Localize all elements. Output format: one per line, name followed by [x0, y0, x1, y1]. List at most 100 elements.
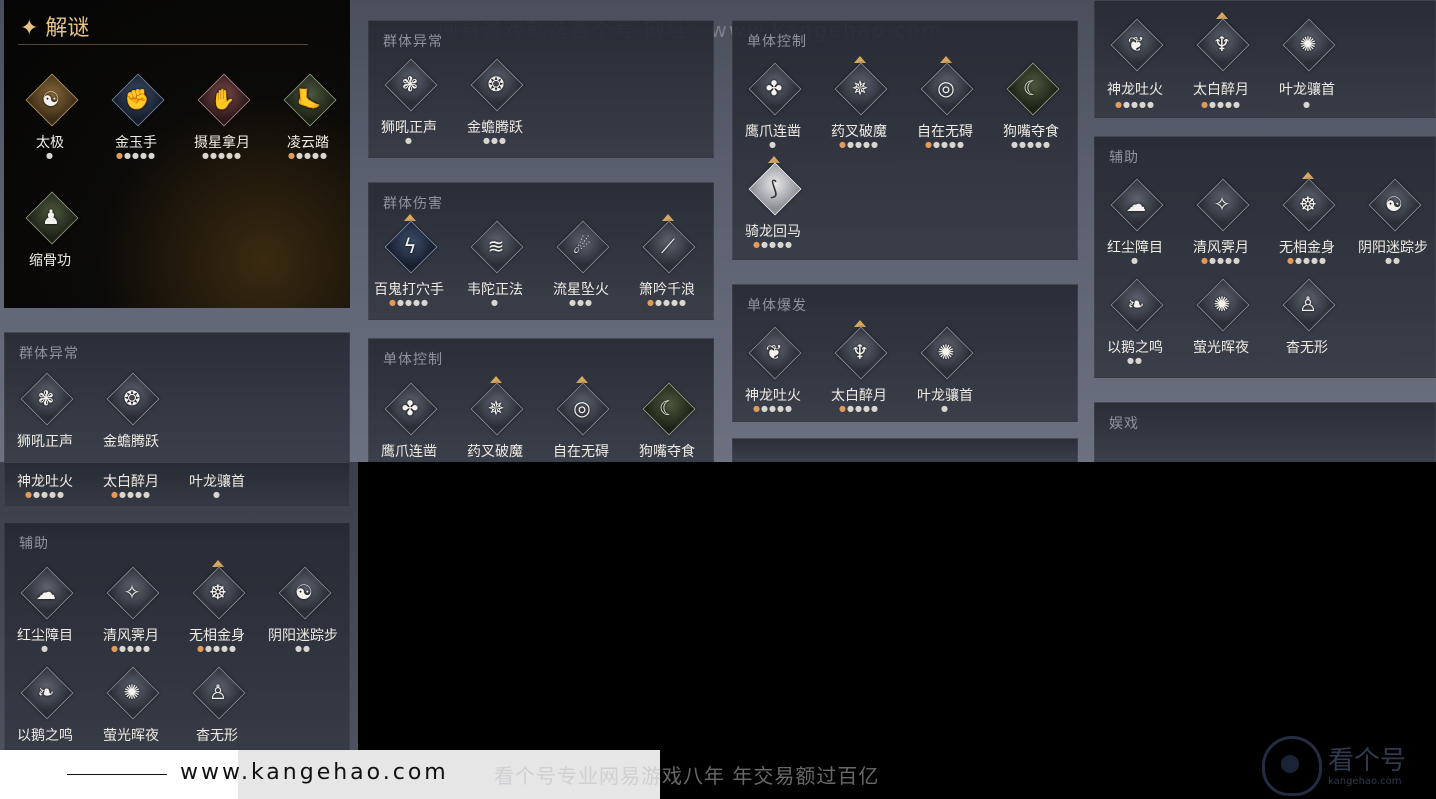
skill-goukou-b[interactable]: ☾ 狗嘴夺食	[623, 382, 711, 461]
swirl-icon: ✺	[123, 680, 141, 704]
single-burst-strip: 神龙吐火 ●●●●● 太白醉月 ●●●●● 叶龙骧首 ●	[4, 462, 350, 506]
kangehao-logo: 看个号 kangehao.com	[1262, 736, 1432, 796]
toad-leap-icon: ❂	[123, 386, 141, 410]
skill-yingzhao[interactable]: ✤ 鹰爪连凿 ●	[729, 62, 817, 165]
skill-wuxiang-b[interactable]: ☸ 无相金身 ●●●●●	[173, 560, 261, 669]
single-burst-panel-top: ❦ 神龙吐火 ●●●●● ♆ 太白醉月 ●●●●● ✺ 叶龙骧首 ●	[1094, 0, 1436, 118]
flute-icon: ⟋	[661, 234, 675, 258]
demon-icon: ✵	[851, 76, 869, 100]
golden-body-icon: ☸	[209, 580, 227, 604]
eye-shield-icon	[1262, 736, 1322, 796]
skill-yie[interactable]: ❧ 以鹅之鸣 ●●	[1091, 278, 1179, 381]
skill-taibai[interactable]: ♆ 太白醉月 ●●●●●	[815, 320, 903, 429]
skill-liuxing[interactable]: ☄ 流星坠火 ●●●	[537, 220, 625, 323]
ring-icon: ◎	[937, 76, 955, 100]
breeze-icon: ✧	[123, 580, 141, 604]
toad-leap-icon: ❂	[487, 72, 505, 96]
drunk-icon: ♆	[851, 340, 869, 364]
golden-body-icon: ☸	[1299, 192, 1317, 216]
skill-qingfeng[interactable]: ✧ 清风霁月 ●●●●●	[1177, 178, 1265, 281]
dust-cloud-icon: ☁	[36, 580, 56, 604]
goose-icon: ❧	[37, 680, 55, 704]
grab-icon: ✋	[210, 87, 236, 111]
swirl-icon: ✺	[1213, 292, 1231, 316]
meteor-icon: ☄	[573, 234, 591, 258]
skill-taiji[interactable]: ☯ 太极 ●	[6, 73, 94, 176]
title-divider	[18, 44, 308, 45]
skill-goukou[interactable]: ☾ 狗嘴夺食 ●●●●●	[987, 62, 1075, 165]
wave-icon: ≋	[487, 234, 505, 258]
fist-icon: ✊	[124, 87, 150, 111]
skill-wuxiang[interactable]: ☸ 无相金身 ●●●●●	[1263, 172, 1351, 281]
skill-yaocha[interactable]: ✵ 药叉破魔 ●●●●●	[815, 56, 903, 165]
skill-yaocha-b[interactable]: ✵ 药叉破魔	[451, 376, 539, 461]
panel-title: ✦ 解谜	[20, 16, 90, 41]
dust-cloud-icon: ☁	[1126, 192, 1146, 216]
skill-yelong-b[interactable]: 叶龙骧首 ●	[173, 463, 261, 505]
skill-shenlong[interactable]: ❦ 神龙吐火 ●●●●●	[729, 326, 817, 429]
kick-icon: ✺	[1299, 32, 1317, 56]
skill-jinyushou[interactable]: ✊ 金玉手 ●●●●●	[92, 73, 180, 176]
skill-suogu[interactable]: ♟ 缩骨功	[6, 191, 94, 294]
skill-yaowuxing-b[interactable]: ♙ 杳无形	[173, 666, 261, 749]
vanish-icon: ♙	[1299, 292, 1317, 316]
skill-yie-b[interactable]: ❧ 以鹅之鸣	[5, 666, 89, 749]
skill-jinchan[interactable]: ❂ 金蟾腾跃 ●●●	[451, 58, 539, 161]
skill-shihou-b[interactable]: ❃ 狮吼正声	[5, 372, 89, 461]
roar-icon: ❃	[37, 386, 55, 410]
skill-weituo[interactable]: ≋ 韦陀正法 ●	[451, 220, 539, 323]
goose-icon: ❧	[1127, 292, 1145, 316]
ring-icon: ◎	[573, 396, 591, 420]
skill-yelong[interactable]: ✺ 叶龙骧首 ●	[901, 326, 989, 429]
skill-xiaoyin[interactable]: ⟋ 箫吟千浪 ●●●●●	[623, 214, 711, 323]
skill-zizai[interactable]: ◎ 自在无碍 ●●●●●	[901, 56, 989, 165]
single-control-panel: 单体控制 ✤ 鹰爪连凿 ● ✵ 药叉破魔 ●●●●● ◎ 自在无碍 ●●●●● …	[732, 20, 1078, 260]
group-abnormal-panel-b: 群体异常 ❃ 狮吼正声 ❂ 金蟾腾跃	[4, 332, 350, 462]
skill-yingzhao-b[interactable]: ✤ 鹰爪连凿	[369, 382, 453, 461]
skill-baigui[interactable]: ϟ 百鬼打穴手 ●●●●●	[365, 214, 453, 323]
footer-rule	[67, 774, 167, 775]
skill-qingfeng-b[interactable]: ✧ 清风霁月 ●●●●●	[87, 566, 175, 669]
breeze-icon: ✧	[1213, 192, 1231, 216]
skill-taibai-b[interactable]: 太白醉月 ●●●●●	[87, 463, 175, 505]
puzzle-skill-panel: ✦ 解谜 ☯ 太极 ● ✊ 金玉手 ●●●●● ✋ 摄星拿月 ●●●●● 🦶 凌…	[4, 0, 350, 308]
support-panel: 辅助 ☁ 红尘障目 ● ✧ 清风霁月 ●●●●● ☸ 无相金身 ●●●●● ☯ …	[1094, 136, 1436, 378]
slash-icon: ☾	[659, 396, 677, 420]
footer-site: www.kangehao.com	[180, 760, 449, 785]
skill-zhexing[interactable]: ✋ 摄星拿月 ●●●●●	[178, 73, 266, 176]
drunk-icon: ♆	[1213, 32, 1231, 56]
skill-yelong-top[interactable]: ✺ 叶龙骧首 ●	[1263, 18, 1351, 117]
skill-hongchen[interactable]: ☁ 红尘障目 ●	[1091, 178, 1179, 281]
skill-yaowuxing[interactable]: ♙ 杳无形	[1263, 278, 1351, 381]
fire-breath-icon: ❦	[765, 340, 783, 364]
eagle-claw-icon: ✤	[765, 76, 783, 100]
entertain-panel: 娱戏	[1094, 402, 1436, 462]
demon-icon: ✵	[487, 396, 505, 420]
skill-shihou[interactable]: ❃ 狮吼正声 ●	[365, 58, 453, 161]
skill-yinyang[interactable]: ☯ 阴阳迷踪步 ●●	[1349, 178, 1436, 281]
skill-yinyang-b[interactable]: ☯ 阴阳迷踪步 ●●	[259, 566, 347, 669]
group-abnormal-panel: 群体异常 ❃ 狮吼正声 ● ❂ 金蟾腾跃 ●●●	[368, 20, 714, 158]
single-control-panel-b: 单体控制 ✤ 鹰爪连凿 ✵ 药叉破魔 ◎ 自在无碍 ☾ 狗嘴夺食	[368, 338, 714, 462]
skill-yingguang-b[interactable]: ✺ 萤光晖夜	[87, 666, 175, 749]
skill-zizai-b[interactable]: ◎ 自在无碍	[537, 376, 625, 461]
skill-jinchan-b[interactable]: ❂ 金蟾腾跃	[87, 372, 175, 461]
group-damage-panel: 群体伤害 ϟ 百鬼打穴手 ●●●●● ≋ 韦陀正法 ● ☄ 流星坠火 ●●● ⟋…	[368, 182, 714, 320]
taiji-pose-icon: ☯	[42, 87, 60, 111]
dragon-ride-icon: ⟆	[770, 176, 778, 200]
yin-yang-icon: ☯	[295, 580, 313, 604]
skill-shenlong-top[interactable]: ❦ 神龙吐火 ●●●●●	[1095, 18, 1179, 117]
single-burst-panel: 单体爆发 ❦ 神龙吐火 ●●●●● ♆ 太白醉月 ●●●●● ✺ 叶龙骧首 ●	[732, 284, 1078, 422]
skill-shenlong-b[interactable]: 神龙吐火 ●●●●●	[5, 463, 89, 505]
eagle-claw-icon: ✤	[401, 396, 419, 420]
skill-hongchen-b[interactable]: ☁ 红尘障目 ●	[5, 566, 89, 669]
slash-icon: ☾	[1023, 76, 1041, 100]
lightning-icon: ϟ	[403, 234, 417, 258]
skill-qilong[interactable]: ⟆ 骑龙回马 ●●●●●	[729, 156, 817, 265]
support-panel-b: 辅助 ☁ 红尘障目 ● ✧ 清风霁月 ●●●●● ☸ 无相金身 ●●●●● ☯ …	[4, 522, 350, 750]
skill-taibai-top[interactable]: ♆ 太白醉月 ●●●●●	[1177, 12, 1265, 117]
kick-icon: ✺	[937, 340, 955, 364]
roar-icon: ❃	[401, 72, 419, 96]
skill-lingyun[interactable]: 🦶 凌云踏 ●●●●●	[264, 73, 352, 176]
skill-yingguang[interactable]: ✺ 萤光晖夜	[1177, 278, 1265, 381]
